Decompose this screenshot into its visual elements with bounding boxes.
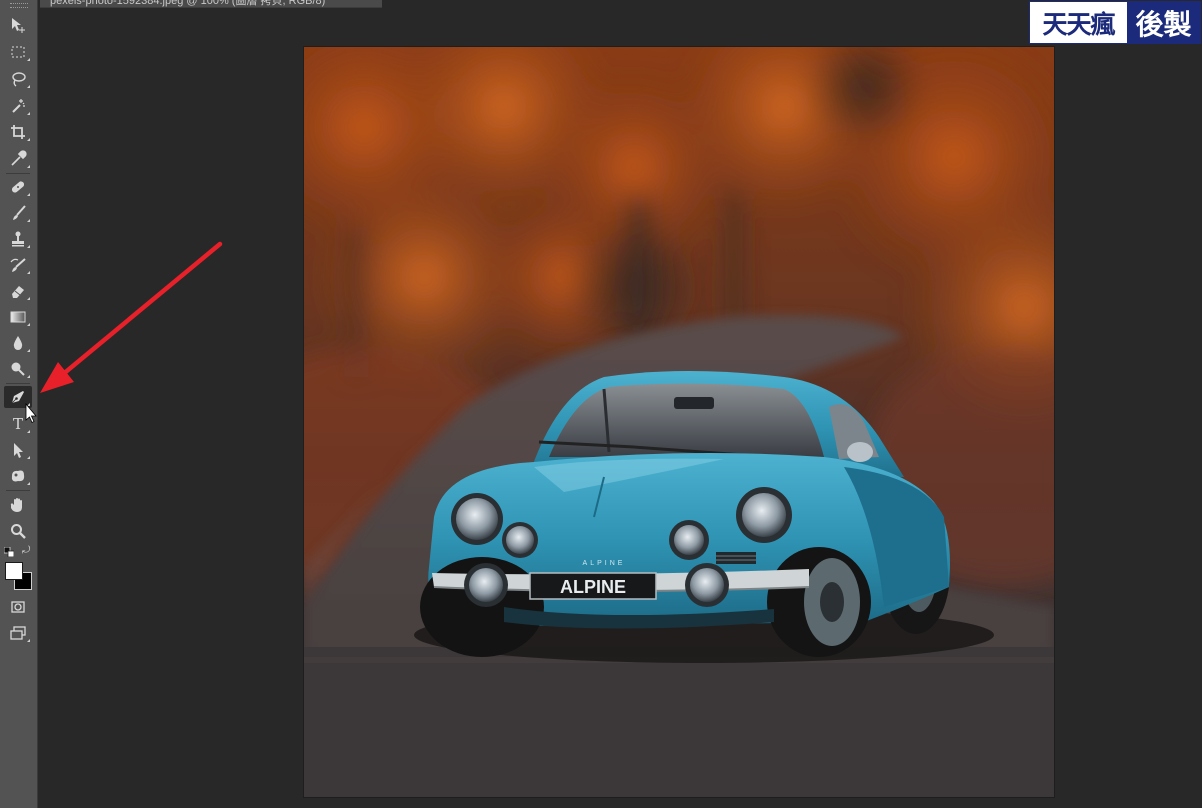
arrow-select-icon: [14, 443, 23, 458]
foreground-color-swatch[interactable]: [5, 562, 23, 580]
swap-colors-icon[interactable]: ⤾: [22, 545, 34, 557]
pen-icon: [11, 391, 24, 404]
marquee-tool[interactable]: [4, 41, 32, 63]
healing-brush-tool[interactable]: [4, 176, 32, 198]
hand-icon: [10, 498, 22, 512]
car-photo: ALPINE ALPINE: [304, 47, 1054, 797]
shape-icon: [11, 470, 25, 482]
brush-icon: [13, 205, 26, 220]
canvas-image[interactable]: ALPINE ALPINE: [304, 47, 1054, 797]
screen-mode-button[interactable]: [4, 622, 32, 644]
tools-panel: T ⤾: [0, 0, 38, 808]
type-icon: T: [12, 414, 23, 433]
rect-marquee-icon: [11, 46, 25, 58]
gradient-icon: [10, 311, 26, 323]
stamp-icon: [12, 231, 24, 247]
default-colors-icon[interactable]: [4, 547, 14, 557]
magic-wand-icon: [12, 99, 25, 113]
move-tool[interactable]: [4, 14, 32, 36]
license-plate: ALPINE: [560, 577, 626, 597]
hand-tool[interactable]: [4, 494, 32, 516]
logo-right-text: 後製: [1127, 2, 1200, 43]
move-icon: [12, 18, 25, 33]
zoom-tool[interactable]: [4, 520, 32, 542]
dodge-icon: [11, 362, 25, 376]
gradient-tool[interactable]: [4, 306, 32, 328]
path-selection-tool[interactable]: [4, 439, 32, 461]
blur-tool[interactable]: [4, 332, 32, 354]
eyedropper-icon: [11, 150, 27, 166]
panel-grip[interactable]: [10, 3, 28, 8]
watermark-logo: 天天瘋 後製: [1029, 1, 1201, 44]
screen-mode-icon: [10, 626, 26, 640]
quick-mask-button[interactable]: [4, 596, 32, 618]
history-brush-tool[interactable]: [4, 254, 32, 276]
pen-tool[interactable]: [4, 386, 32, 408]
bandage-icon: [11, 181, 25, 193]
lasso-icon: [12, 72, 26, 87]
nose-badge: ALPINE: [583, 560, 626, 567]
crop-icon: [11, 125, 25, 139]
history-brush-icon: [10, 258, 26, 272]
type-tool[interactable]: T: [4, 413, 32, 435]
toolbox-separator: [6, 173, 30, 174]
toolbox-separator: [6, 383, 30, 384]
crop-tool[interactable]: [4, 121, 32, 143]
custom-shape-tool[interactable]: [4, 465, 32, 487]
zoom-icon: [11, 524, 26, 539]
drop-icon: [13, 336, 23, 350]
brush-tool[interactable]: [4, 202, 32, 224]
dodge-tool[interactable]: [4, 358, 32, 380]
eraser-tool[interactable]: [4, 280, 32, 302]
logo-left-text: 天天瘋: [1030, 2, 1127, 43]
magic-wand-tool[interactable]: [4, 95, 32, 117]
eyedropper-tool[interactable]: [4, 148, 32, 170]
document-tab[interactable]: pexels-photo-1592384.jpeg @ 100% (圖層 拷貝,…: [40, 0, 382, 8]
toolbox-separator: [6, 490, 30, 491]
eraser-icon: [12, 286, 24, 298]
quick-mask-icon: [11, 601, 25, 613]
clone-stamp-tool[interactable]: [4, 228, 32, 250]
document-tab-title: pexels-photo-1592384.jpeg @ 100% (圖層 拷貝,…: [50, 0, 326, 7]
lasso-tool[interactable]: [4, 68, 32, 90]
